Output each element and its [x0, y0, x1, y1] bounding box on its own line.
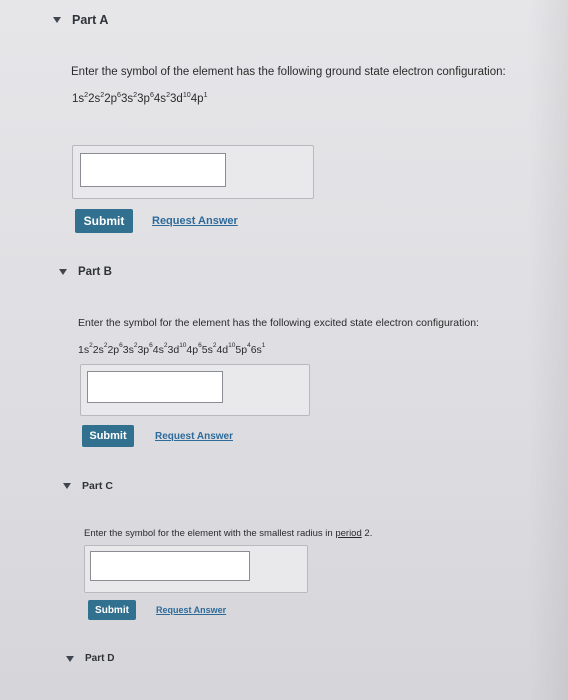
orbital-term: 5p: [235, 344, 248, 356]
caret-down-icon[interactable]: [63, 483, 71, 489]
orbital-term: 2p: [104, 93, 118, 105]
part-a-header[interactable]: Part A: [53, 13, 108, 27]
caret-down-icon[interactable]: [53, 17, 61, 23]
orbital-term: 3s: [122, 344, 134, 356]
orbital-term: 3p: [137, 93, 150, 105]
orbital-term: 3p: [137, 344, 150, 356]
orbital-term: 3d: [167, 344, 180, 356]
part-b-question: Enter the symbol for the element has the…: [78, 317, 479, 329]
electron-count: 6: [119, 342, 123, 349]
orbital-term: 4p: [186, 344, 199, 356]
part-a-electron-configuration: 1s22s22p63s23p64s23d104p1: [72, 91, 208, 105]
photo-edge-shadow: [528, 0, 568, 700]
electron-count: 6: [117, 91, 122, 99]
orbital-term: 1s: [78, 344, 90, 356]
part-c-request-answer-link[interactable]: Request Answer: [156, 605, 226, 615]
part-c-question: Enter the symbol for the element with th…: [84, 528, 373, 539]
electron-count: 6: [198, 342, 202, 349]
part-a-question: Enter the symbol of the element has the …: [71, 66, 506, 78]
part-c-answer-input[interactable]: [90, 551, 250, 581]
part-d-header[interactable]: Part D: [66, 653, 114, 664]
electron-count: 2: [89, 342, 93, 349]
orbital-term: 4s: [152, 344, 164, 356]
orbital-term: 3d: [170, 93, 183, 105]
electron-count: 4: [247, 342, 251, 349]
part-a-answer-input[interactable]: [80, 153, 226, 187]
electron-count: 2: [212, 342, 217, 349]
orbital-term: 4s: [153, 93, 167, 105]
orbital-term: 3s: [121, 93, 134, 105]
orbital-term: 2s: [92, 344, 104, 356]
electron-count: 6: [149, 91, 154, 99]
electron-count: 2: [163, 342, 168, 349]
part-a-submit-button[interactable]: Submit: [75, 209, 133, 233]
orbital-term: 4d: [216, 344, 229, 356]
orbital-term: 1s: [72, 93, 85, 105]
part-a-answer-box: [72, 145, 314, 199]
electron-count: 2: [133, 91, 138, 99]
electron-count: 2: [84, 91, 89, 99]
orbital-term: 6s: [250, 344, 262, 356]
part-c-header[interactable]: Part C: [63, 480, 113, 492]
electron-count: 10: [182, 91, 191, 99]
part-c-submit-button[interactable]: Submit: [88, 600, 136, 620]
orbital-term: 2p: [107, 344, 120, 356]
part-b-answer-input[interactable]: [87, 371, 223, 403]
electron-count: 6: [149, 342, 153, 349]
electron-count: 2: [103, 342, 108, 349]
electron-count: 10: [228, 342, 236, 349]
part-b-title: Part B: [78, 266, 112, 278]
part-b-electron-configuration: 1s22s22p63s23p64s23d104p65s24d105p46s1: [78, 342, 266, 356]
part-c-answer-box: [84, 545, 308, 593]
caret-down-icon[interactable]: [59, 269, 67, 275]
orbital-term: 2s: [88, 93, 101, 105]
electron-count: 1: [203, 91, 208, 99]
electron-count: 2: [133, 342, 138, 349]
orbital-term: 4p: [190, 93, 204, 105]
part-b-submit-button[interactable]: Submit: [82, 425, 134, 447]
electron-count: 2: [100, 91, 105, 99]
electron-count: 1: [261, 342, 266, 349]
caret-down-icon[interactable]: [66, 655, 74, 662]
electron-count: 10: [179, 342, 187, 349]
part-d-title: Part D: [85, 653, 115, 664]
part-b-request-answer-link[interactable]: Request Answer: [155, 431, 233, 442]
part-c-title: Part C: [82, 480, 113, 492]
part-a-title: Part A: [72, 13, 109, 27]
electron-count: 2: [166, 91, 171, 99]
part-a-request-answer-link[interactable]: Request Answer: [152, 215, 238, 227]
orbital-term: 5s: [201, 344, 213, 356]
part-b-answer-box: [80, 364, 310, 416]
part-b-header[interactable]: Part B: [59, 266, 112, 278]
